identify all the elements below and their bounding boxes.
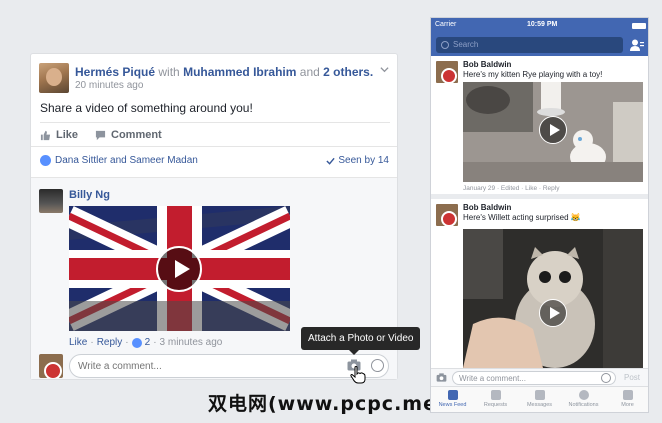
- comment-like-count[interactable]: 2: [145, 337, 151, 348]
- globe-icon: [578, 390, 589, 400]
- tab-label: Requests: [483, 402, 508, 408]
- search-input[interactable]: Search: [436, 37, 623, 53]
- phone-comment-input[interactable]: Write a comment...: [452, 371, 616, 385]
- feed-story: Bob Baldwin Here's my kitten Rye playing…: [431, 56, 648, 194]
- comment-video[interactable]: [69, 206, 290, 331]
- comment-actions: Like · Reply · 2 · 3 minutes ago: [69, 337, 223, 348]
- phone-comment-placeholder: Write a comment...: [459, 374, 526, 383]
- hand-cursor-icon: [350, 366, 366, 384]
- with-text: with: [158, 65, 180, 79]
- story-video[interactable]: [463, 82, 643, 182]
- watermark-text: 双电网(www.pcpc.me): [208, 393, 447, 415]
- clock: 10:59 PM: [527, 21, 558, 28]
- story-avatar[interactable]: [436, 204, 458, 227]
- play-icon[interactable]: [156, 246, 202, 292]
- tab-notifications[interactable]: Notifications: [562, 390, 605, 408]
- friends-icon[interactable]: [630, 39, 644, 51]
- status-bar: Carrier 10:59 PM: [431, 18, 648, 34]
- attach-tooltip: Attach a Photo or Video: [301, 327, 421, 355]
- comment-like-link[interactable]: Like: [69, 337, 87, 348]
- divider: [40, 122, 390, 123]
- phone-screen: Carrier 10:59 PM Search Bob Baldwin Here…: [430, 17, 649, 413]
- nav-bar: Search: [431, 34, 648, 56]
- tab-requests[interactable]: Requests: [474, 390, 517, 408]
- author-avatar[interactable]: [39, 63, 69, 93]
- divider: [31, 146, 397, 147]
- play-icon[interactable]: [539, 299, 567, 327]
- and-text: and: [299, 65, 320, 79]
- tab-label: News Feed: [438, 402, 467, 408]
- story-avatar[interactable]: [436, 61, 458, 84]
- feed-story: Bob Baldwin Here's Willett acting surpri…: [431, 199, 648, 368]
- tab-label: More: [621, 402, 634, 408]
- story-video[interactable]: [463, 229, 643, 368]
- like-reaction-icon: [131, 337, 142, 348]
- likers-names[interactable]: Dana Sittler and Sameer Madan: [55, 155, 198, 166]
- comment-time[interactable]: 3 minutes ago: [160, 337, 223, 348]
- tab-bar: News Feed Requests Messages Notification…: [431, 386, 648, 412]
- comment-bubble-icon: [95, 130, 106, 140]
- search-icon: [441, 41, 449, 49]
- comment-reply-link[interactable]: Reply: [97, 337, 123, 348]
- thumbs-up-icon: [40, 130, 51, 140]
- like-label: Like: [56, 129, 79, 141]
- story-text: Here's Willett acting surprised 😹: [463, 213, 581, 222]
- post-timestamp[interactable]: 20 minutes ago: [75, 80, 143, 91]
- story-author[interactable]: Bob Baldwin: [463, 60, 511, 69]
- comment-input[interactable]: [69, 354, 389, 378]
- menu-icon: [622, 390, 633, 400]
- post-header: Hermés Piqué with Muhammed Ibrahim and 2…: [75, 65, 373, 79]
- author-name[interactable]: Hermés Piqué: [75, 65, 155, 79]
- camera-icon[interactable]: [436, 373, 447, 382]
- tagged-person[interactable]: Muhammed Ibrahim: [183, 65, 296, 79]
- checkmark-icon: [326, 157, 336, 165]
- emoji-icon[interactable]: [371, 359, 384, 372]
- post-text: Share a video of something around you!: [40, 101, 253, 115]
- search-placeholder: Search: [453, 40, 479, 49]
- battery-icon: [632, 23, 646, 29]
- story-text: Here's my kitten Rye playing with a toy!: [463, 70, 603, 79]
- tab-messages[interactable]: Messages: [518, 390, 561, 408]
- story-meta[interactable]: January 29 · Edited · Like · Reply: [463, 185, 559, 192]
- like-button[interactable]: Like: [40, 129, 78, 141]
- chevron-down-icon[interactable]: [380, 65, 389, 74]
- tab-label: Notifications: [568, 402, 599, 408]
- commenter-name[interactable]: Billy Ng: [69, 189, 110, 201]
- commenter-avatar[interactable]: [39, 189, 63, 213]
- tab-news-feed[interactable]: News Feed: [431, 390, 474, 408]
- comment-label: Comment: [111, 129, 162, 141]
- carrier-label: Carrier: [435, 21, 457, 28]
- likes-summary[interactable]: Dana Sittler and Sameer Madan: [40, 155, 198, 166]
- messages-icon: [534, 390, 545, 400]
- play-icon[interactable]: [539, 116, 567, 144]
- story-author[interactable]: Bob Baldwin: [463, 203, 511, 212]
- phone-comment-bar: Write a comment... Post: [431, 368, 648, 386]
- post-button[interactable]: Post: [624, 373, 640, 382]
- emoji-icon[interactable]: [601, 373, 611, 383]
- seen-by[interactable]: Seen by 14: [326, 155, 389, 166]
- seen-by-text: Seen by 14: [338, 155, 389, 166]
- like-reaction-icon: [40, 155, 51, 166]
- comment-button[interactable]: Comment: [95, 129, 162, 141]
- friend-requests-icon: [490, 390, 501, 400]
- news-feed-icon: [447, 390, 458, 400]
- tab-more[interactable]: More: [606, 390, 648, 408]
- tagged-others-link[interactable]: 2 others.: [323, 65, 373, 79]
- current-user-avatar: [39, 354, 63, 378]
- tab-label: Messages: [526, 402, 553, 408]
